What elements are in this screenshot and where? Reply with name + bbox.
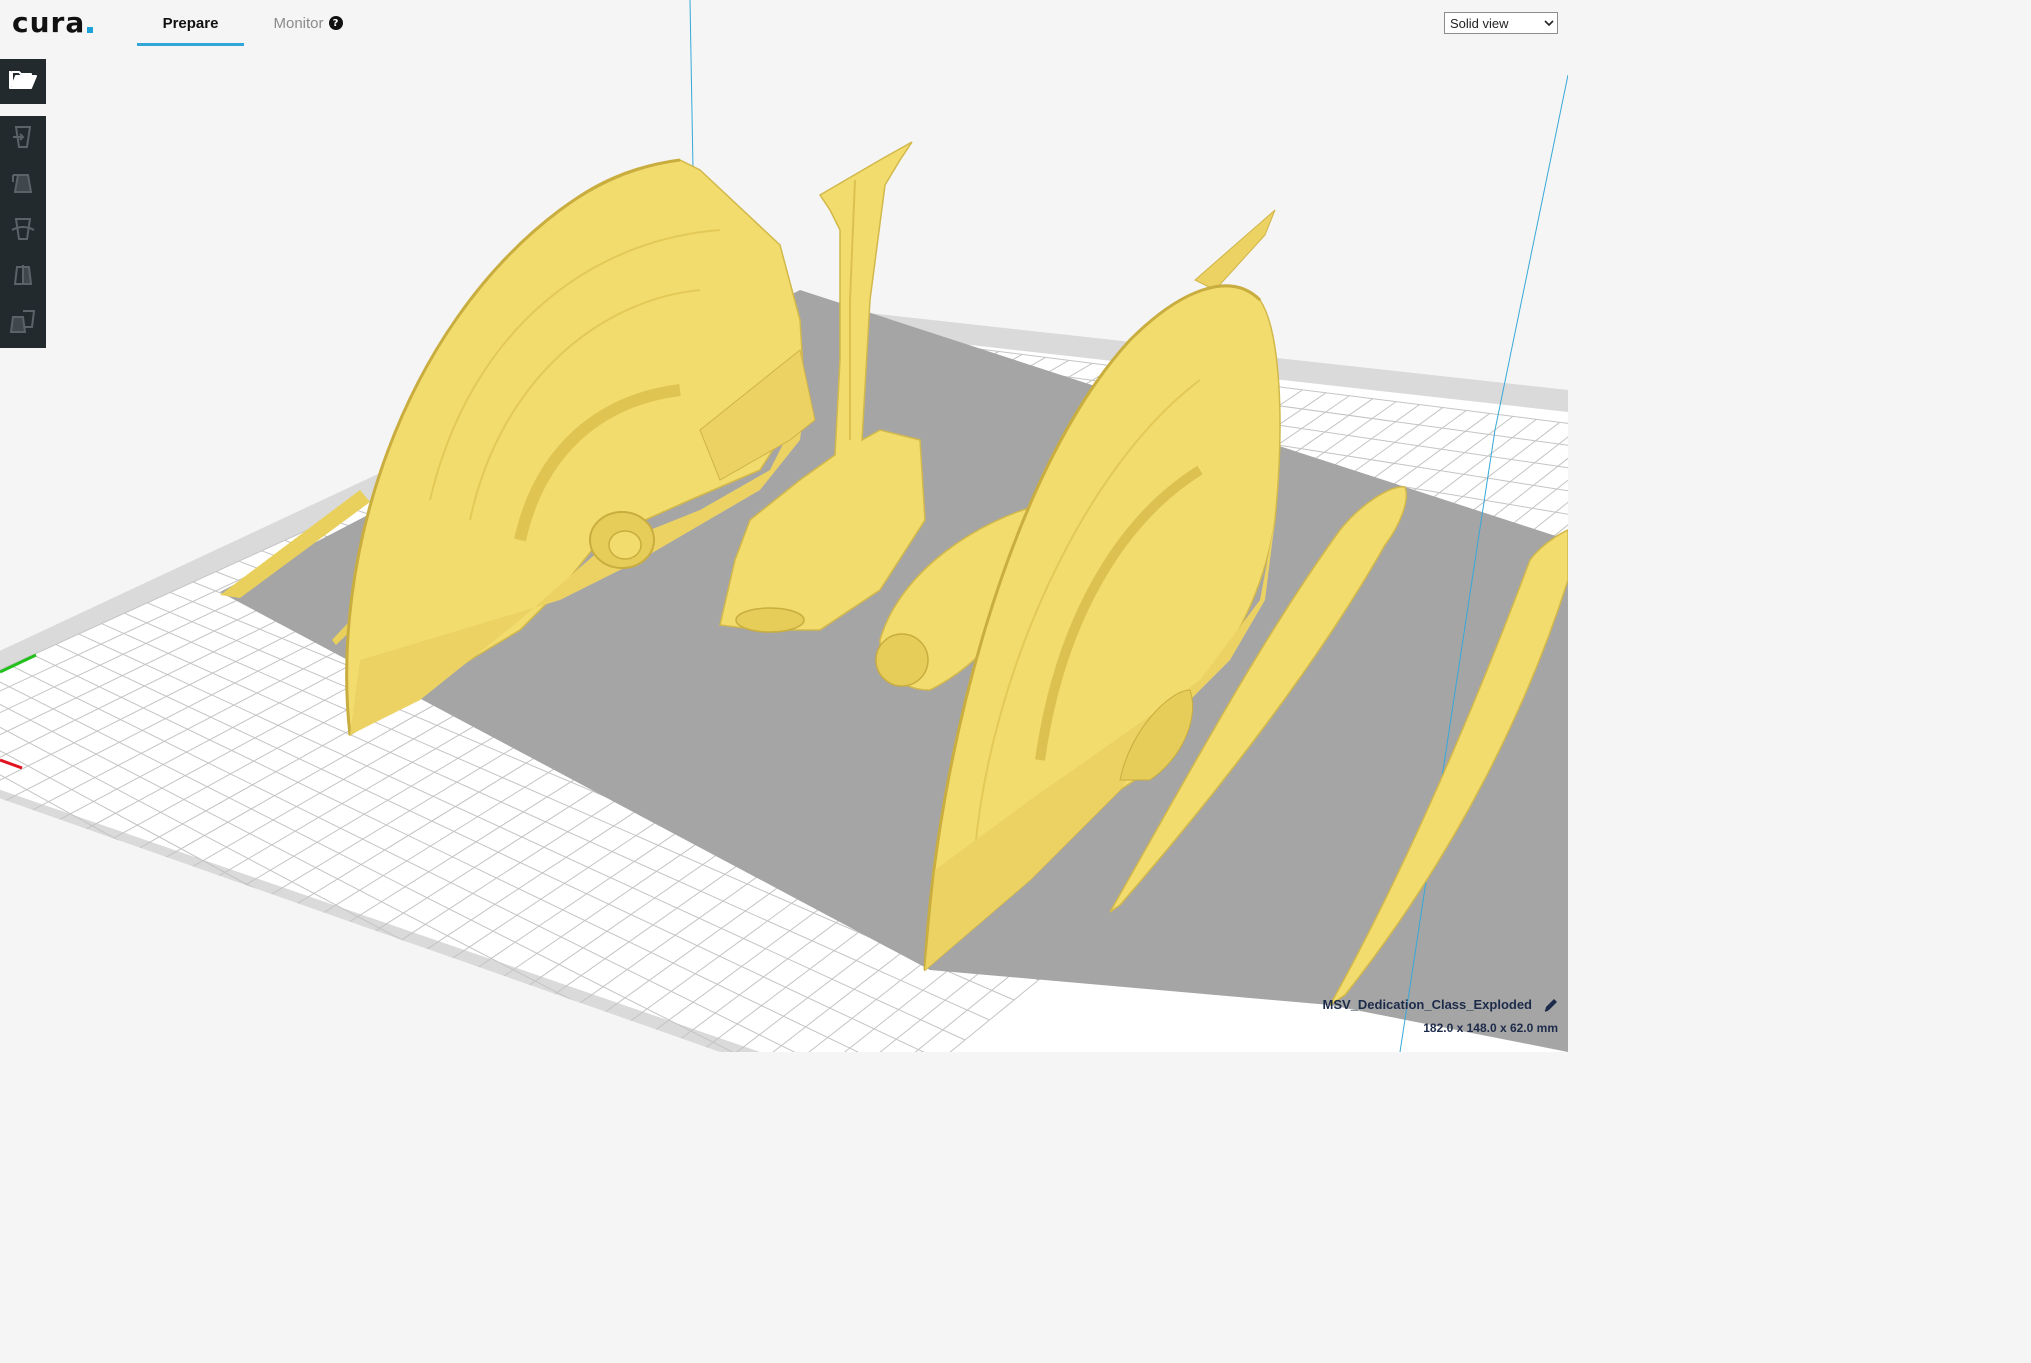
mirror-tool-icon	[10, 262, 36, 293]
build-plate-viewport[interactable]	[0, 0, 1568, 1052]
mirror-tool-button[interactable]	[0, 254, 46, 300]
chevron-down-icon	[1541, 15, 1557, 31]
build-volume-edge	[689, 0, 694, 171]
build-volume-edge	[1494, 74, 1568, 431]
logo-dot	[87, 27, 94, 33]
move-tool-icon	[10, 124, 36, 155]
tool-panel	[0, 116, 46, 348]
tab-prepare[interactable]: Prepare	[137, 0, 244, 46]
object-name: MSV_Dedication_Class_Exploded	[1322, 997, 1532, 1012]
object-dimensions: 182.0 x 148.0 x 62.0 mm	[1423, 1021, 1558, 1035]
tab-monitor-label: Monitor	[273, 14, 324, 32]
logo-text: cura	[12, 6, 86, 39]
view-mode-dropdown[interactable]: Solid view	[1444, 12, 1558, 34]
open-file-button[interactable]	[0, 59, 46, 104]
view-mode-value: Solid view	[1450, 15, 1509, 31]
per-model-settings-icon	[9, 307, 37, 340]
model-part-nacelle-center-cap	[875, 633, 929, 687]
tab-monitor[interactable]: Monitor ?	[262, 0, 354, 46]
cura-logo: cura	[12, 6, 94, 39]
move-tool-button[interactable]	[0, 116, 46, 162]
rotate-tool-icon	[10, 216, 36, 247]
tab-prepare-label: Prepare	[162, 14, 219, 32]
pencil-icon[interactable]	[1543, 997, 1559, 1013]
folder-open-icon	[9, 68, 37, 95]
per-model-settings-button[interactable]	[0, 300, 46, 346]
rotate-tool-button[interactable]	[0, 208, 46, 254]
scale-tool-icon	[10, 170, 36, 201]
scale-tool-button[interactable]	[0, 162, 46, 208]
model-part-neck-deflector	[735, 607, 805, 633]
model-part-saucer-left-hub	[608, 530, 642, 560]
help-icon[interactable]: ?	[328, 16, 343, 30]
model-part-fin	[1194, 209, 1276, 291]
